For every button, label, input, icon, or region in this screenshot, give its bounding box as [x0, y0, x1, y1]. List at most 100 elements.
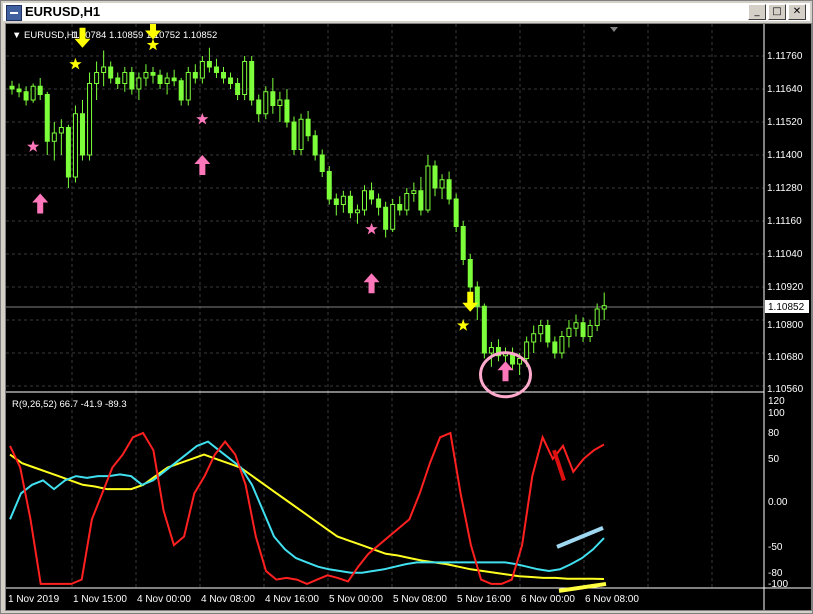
candle-body: [467, 259, 473, 288]
candle-body: [65, 127, 71, 178]
candle-body: [122, 72, 128, 84]
indicator-lines: [9, 431, 607, 593]
price-tick: 1.11280: [767, 183, 803, 194]
indicator-axis: 120 100 80 50 0.00 -50 -80 -100: [768, 396, 788, 590]
candle-body: [87, 83, 93, 156]
candle-body: [524, 341, 530, 359]
window-controls: _ □ ✕: [748, 4, 806, 20]
candle-body: [277, 99, 283, 106]
red-series-line: [9, 431, 605, 585]
chart-svg[interactable]: ▼ EURUSD,H1 1.10784 1.10859 1.10752 1.10…: [6, 24, 811, 610]
candle-body: [369, 190, 375, 200]
candle-body: [256, 99, 262, 115]
current-price-label: 1.10852: [768, 302, 805, 313]
buy-arrow-icon: [194, 155, 211, 175]
candle-body: [16, 88, 22, 93]
candle-body: [58, 127, 64, 134]
candle-body: [185, 72, 191, 101]
candle-body: [340, 195, 346, 205]
cyan-series-line: [9, 440, 605, 574]
indicator-label: R(9,26,52) 66.7 -41.9 -89.3: [12, 399, 127, 410]
window-title: EURUSD,H1: [25, 4, 101, 19]
price-tick: 1.10920: [767, 282, 804, 293]
title-bar[interactable]: EURUSD,H1 _ □ ✕: [3, 3, 810, 21]
candle-body: [425, 165, 431, 211]
candle-body: [242, 61, 248, 95]
indicator-tick: -80: [768, 568, 783, 579]
candle-body: [383, 206, 389, 230]
price-tick: 1.11760: [767, 51, 803, 62]
price-tick: 1.11640: [767, 84, 803, 95]
candle-body: [326, 171, 332, 200]
time-tick: 1 Nov 15:00: [73, 594, 127, 605]
candle-body: [228, 77, 234, 84]
candle-body: [129, 72, 135, 90]
candle-body: [305, 118, 311, 137]
time-tick: 5 Nov 00:00: [329, 594, 383, 605]
candle-body: [411, 190, 417, 194]
candle-body: [192, 72, 198, 79]
indicator-tick: 120: [768, 396, 785, 407]
candle-body: [545, 325, 551, 343]
candle-body: [72, 113, 78, 178]
candle-body: [362, 190, 367, 211]
candles: [9, 47, 607, 375]
candle-body: [44, 94, 50, 142]
chart-header-symbol: ▼ EURUSD,H1: [12, 30, 79, 41]
indicator-tick: -100: [768, 579, 788, 590]
yellow-trend-mark: [558, 581, 607, 593]
candle-body: [199, 61, 205, 79]
candle-body: [432, 165, 438, 189]
candle-body: [213, 66, 219, 73]
price-tick: 1.10560: [767, 384, 804, 395]
price-tick: 1.10800: [767, 320, 804, 331]
chart-window-icon: [6, 5, 22, 21]
candle-body: [94, 72, 100, 84]
chart-header-ohlc: 1.10784 1.10859 1.10752 1.10852: [72, 30, 217, 41]
price-tick: 1.11160: [767, 216, 802, 227]
indicator-tick: 0.00: [768, 497, 788, 508]
candle-body: [150, 72, 156, 76]
candle-body: [439, 179, 445, 189]
yellow-series-line: [9, 453, 605, 580]
minimize-button[interactable]: _: [748, 4, 766, 20]
candle-body: [573, 322, 579, 329]
candle-body: [594, 308, 600, 326]
candle-body: [488, 347, 494, 354]
candle-body: [270, 91, 276, 106]
candle-body: [80, 113, 85, 156]
yellow-star-icon: [69, 57, 82, 70]
candle-body: [376, 198, 382, 208]
candle-body: [157, 74, 163, 84]
red-trend-mark: [552, 449, 566, 482]
candle-body: [23, 91, 29, 101]
candle-body: [601, 305, 607, 310]
price-tick: 1.10680: [767, 352, 804, 363]
price-tick: 1.11040: [767, 249, 803, 260]
close-button[interactable]: ✕: [788, 4, 806, 20]
candle-body: [298, 118, 304, 150]
time-tick: 5 Nov 08:00: [393, 594, 447, 605]
candle-body: [9, 85, 15, 90]
blue-trend-mark: [556, 526, 604, 549]
candle-body: [559, 336, 565, 354]
chart-shift-marker-icon: [610, 27, 618, 32]
maximize-button[interactable]: □: [768, 4, 786, 20]
chart-area[interactable]: ▼ EURUSD,H1 1.10784 1.10859 1.10752 1.10…: [5, 23, 812, 611]
pink-star-icon: [196, 112, 209, 125]
time-axis: 1 Nov 2019 1 Nov 15:00 4 Nov 00:00 4 Nov…: [8, 594, 639, 605]
candle-body: [206, 61, 212, 68]
candle-body: [347, 195, 353, 214]
time-tick: 6 Nov 08:00: [585, 594, 639, 605]
candle-body: [284, 99, 290, 123]
candle-body: [538, 325, 544, 335]
yellow-star-icon: [457, 319, 470, 331]
time-tick: 4 Nov 16:00: [265, 594, 319, 605]
candle-body: [354, 209, 360, 214]
candle-body: [136, 77, 142, 90]
time-tick: 4 Nov 08:00: [201, 594, 255, 605]
candle-body: [580, 322, 586, 337]
candle-body: [390, 204, 396, 230]
candle-body: [51, 132, 57, 142]
candle-body: [178, 80, 184, 101]
